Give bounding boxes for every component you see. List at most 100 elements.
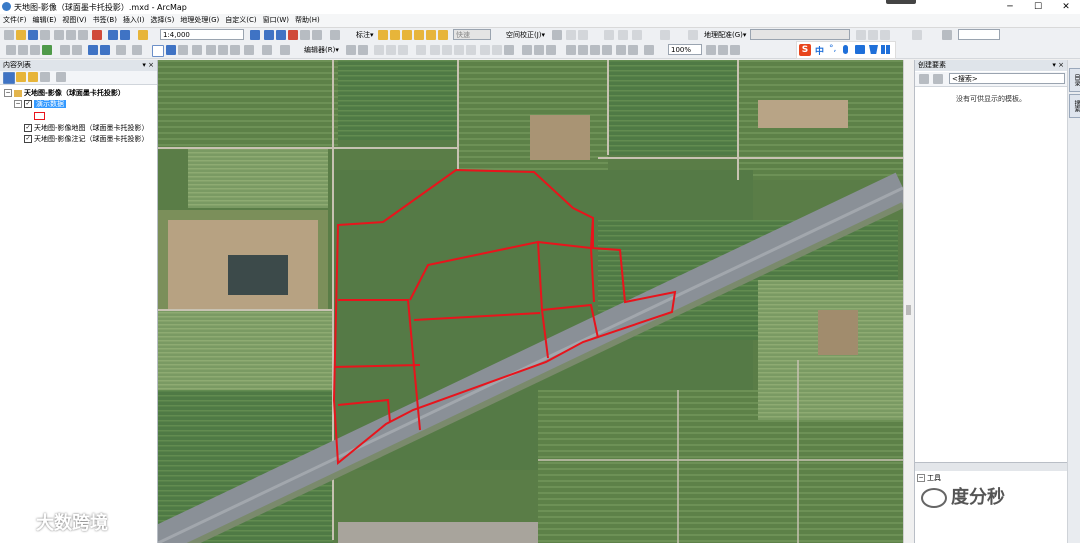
menu-customize[interactable]: 自定义(C)	[222, 14, 259, 27]
layer-visibility-checkbox[interactable]: ✓	[24, 124, 32, 132]
layout-forward-icon[interactable]	[628, 45, 638, 55]
template-search-input[interactable]: <搜索>	[949, 73, 1065, 84]
map-splitter[interactable]	[903, 60, 914, 543]
menu-insert[interactable]: 插入(I)	[120, 14, 148, 27]
find-icon[interactable]	[192, 45, 202, 55]
ime-voice-icon[interactable]	[843, 45, 848, 54]
minimize-button[interactable]: ─	[996, 0, 1024, 14]
create-viewer-icon[interactable]	[280, 45, 290, 55]
python-window-icon[interactable]	[312, 30, 322, 40]
view-unplaced-icon[interactable]	[438, 30, 448, 40]
label-priority-icon[interactable]	[390, 30, 400, 40]
layout-zoom-out-icon[interactable]	[534, 45, 544, 55]
editor-menu[interactable]: 编辑器(R)▾	[304, 45, 339, 56]
contrast-input[interactable]	[958, 29, 1000, 40]
zoom-100-icon[interactable]	[578, 45, 588, 55]
menu-selection[interactable]: 选择(S)	[147, 14, 177, 27]
layout-back-icon[interactable]	[616, 45, 626, 55]
editor-toolbar-icon[interactable]	[250, 30, 260, 40]
add-data-icon[interactable]	[138, 30, 148, 40]
redo-icon[interactable]	[120, 30, 130, 40]
zoom-whole-page-icon[interactable]	[566, 45, 576, 55]
create-features-icon[interactable]	[504, 45, 514, 55]
cut-icon[interactable]	[54, 30, 64, 40]
new-document-icon[interactable]	[4, 30, 14, 40]
polygon-symbol-swatch[interactable]	[34, 112, 45, 120]
search-tab[interactable]: 搜索	[1069, 94, 1080, 118]
go-to-xy-icon[interactable]	[218, 45, 228, 55]
collapse-icon[interactable]: −	[4, 89, 12, 97]
collapse-icon[interactable]: −	[14, 100, 22, 108]
print-icon[interactable]	[40, 30, 50, 40]
toc-options-icon[interactable]	[56, 72, 66, 82]
sogou-logo-icon[interactable]: S	[799, 44, 811, 56]
ime-skin-icon[interactable]	[869, 45, 878, 54]
menu-edit[interactable]: 编辑(E)	[30, 14, 60, 27]
layout-zoom-in-icon[interactable]	[522, 45, 532, 55]
paste-icon[interactable]	[78, 30, 88, 40]
panel-divider[interactable]	[915, 462, 1067, 471]
edit-annotation-icon[interactable]	[358, 45, 368, 55]
ime-punctuation-icon[interactable]: °,	[829, 44, 836, 54]
collapse-icon[interactable]: −	[917, 474, 925, 482]
fixed-zoom-out-icon[interactable]	[72, 45, 82, 55]
menu-help[interactable]: 帮助(H)	[292, 14, 323, 27]
layer-node-demo[interactable]: − ✓ 演示数据	[14, 99, 66, 109]
toc-pin-close[interactable]: ▾ ×	[142, 60, 154, 71]
undo-icon[interactable]	[108, 30, 118, 40]
close-button[interactable]: ✕	[1052, 0, 1080, 14]
hyperlink-icon[interactable]	[244, 45, 254, 55]
layout-pan-icon[interactable]	[546, 45, 556, 55]
ime-chinese-mode-icon[interactable]: 中	[815, 44, 824, 57]
pause-labeling-icon[interactable]	[426, 30, 436, 40]
menu-bookmarks[interactable]: 书签(B)	[90, 14, 120, 27]
list-by-source-icon[interactable]	[16, 72, 26, 82]
html-popup-icon[interactable]	[178, 45, 188, 55]
focus-data-frame-icon[interactable]	[706, 45, 716, 55]
save-icon[interactable]	[28, 30, 38, 40]
layer-node-annotation[interactable]: ✓ 天地图-影像注记（球面墨卡托投影）	[24, 134, 149, 144]
lock-labels-icon[interactable]	[414, 30, 424, 40]
create-features-pin-close[interactable]: ▾ ×	[1052, 60, 1064, 71]
data-driven-pages-icon[interactable]	[730, 45, 740, 55]
zoom-out-icon[interactable]	[18, 45, 28, 55]
maximize-button[interactable]: ☐	[1024, 0, 1052, 14]
clear-selection-icon[interactable]	[132, 45, 142, 55]
toggle-draft-icon[interactable]	[644, 45, 654, 55]
model-builder-icon[interactable]	[330, 30, 340, 40]
menu-windows[interactable]: 窗口(W)	[260, 14, 292, 27]
list-by-drawing-order-icon[interactable]	[3, 72, 15, 84]
identify-icon[interactable]	[166, 45, 176, 55]
catalog-window-icon[interactable]	[276, 30, 286, 40]
label-weight-icon[interactable]	[402, 30, 412, 40]
find-route-icon[interactable]	[206, 45, 216, 55]
select-features-icon[interactable]	[116, 45, 126, 55]
back-extent-icon[interactable]	[88, 45, 98, 55]
pan-icon[interactable]	[30, 45, 40, 55]
georef-layer-combo[interactable]	[750, 29, 850, 40]
zoom-in-icon[interactable]	[6, 45, 16, 55]
toc-window-icon[interactable]	[264, 30, 274, 40]
dataframe-node[interactable]: − 天地图-影像（球面墨卡托投影）	[4, 88, 125, 98]
copy-icon[interactable]	[66, 30, 76, 40]
list-by-selection-icon[interactable]	[40, 72, 50, 82]
layout-fixed-out-icon[interactable]	[602, 45, 612, 55]
select-elements-icon[interactable]	[552, 30, 562, 40]
spatial-adjustment-menu[interactable]: 空间校正(J)▾	[506, 30, 545, 41]
search-window-icon[interactable]	[288, 30, 298, 40]
measure-icon[interactable]	[230, 45, 240, 55]
change-layout-icon[interactable]	[718, 45, 728, 55]
time-slider-icon[interactable]	[262, 45, 272, 55]
layer-visibility-checkbox[interactable]: ✓	[24, 100, 32, 108]
select-elements-arrow-icon[interactable]	[152, 45, 164, 57]
map-scale-combo[interactable]: 1:4,000	[160, 29, 244, 40]
layer-visibility-checkbox[interactable]: ✓	[24, 135, 32, 143]
edit-tool-icon[interactable]	[346, 45, 356, 55]
open-folder-icon[interactable]	[16, 30, 26, 40]
ime-toolbox-icon[interactable]	[881, 45, 890, 54]
menu-view[interactable]: 视图(V)	[59, 14, 89, 27]
full-extent-icon[interactable]	[42, 45, 52, 55]
layout-zoom-combo[interactable]: 100%	[668, 44, 702, 55]
ime-keyboard-icon[interactable]	[855, 45, 865, 54]
arctoolbox-icon[interactable]	[300, 30, 310, 40]
